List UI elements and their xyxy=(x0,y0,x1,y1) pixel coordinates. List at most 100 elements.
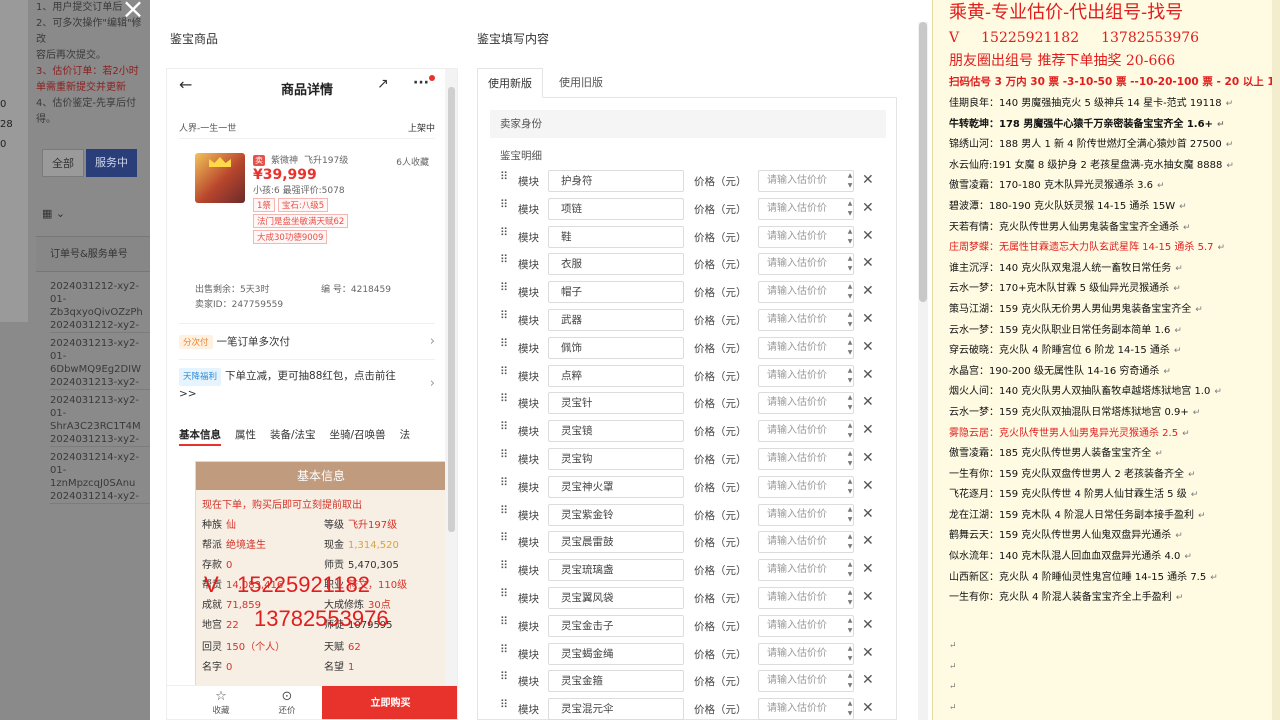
module-name-input[interactable]: 帽子 xyxy=(548,281,684,304)
stepper-icon[interactable]: ▲ ▼ xyxy=(846,310,854,330)
drag-handle-icon[interactable]: ⠿ xyxy=(500,338,510,354)
stepper-icon[interactable]: ▲ ▼ xyxy=(846,227,854,247)
price-input[interactable]: 请输入估价价 xyxy=(758,586,854,609)
more-icon[interactable]: ··· xyxy=(413,75,429,91)
tab-new-version[interactable]: 使用新版 xyxy=(477,68,543,98)
price-input[interactable]: 请输入估价价 xyxy=(758,308,854,331)
module-name-input[interactable]: 灵宝针 xyxy=(548,392,684,415)
module-name-input[interactable]: 衣服 xyxy=(548,253,684,276)
delete-icon[interactable]: ✕ xyxy=(862,366,874,384)
module-name-input[interactable]: 灵宝琉璃盏 xyxy=(548,559,684,582)
drag-handle-icon[interactable]: ⠿ xyxy=(500,588,510,604)
module-name-input[interactable]: 灵宝金击子 xyxy=(548,614,684,637)
delete-icon[interactable]: ✕ xyxy=(862,421,874,439)
preview-scrollbar-thumb[interactable] xyxy=(448,87,455,532)
module-name-input[interactable]: 灵宝晨雷鼓 xyxy=(548,531,684,554)
delete-icon[interactable]: ✕ xyxy=(862,254,874,272)
delete-icon[interactable]: ✕ xyxy=(862,560,874,578)
delete-icon[interactable]: ✕ xyxy=(862,616,874,634)
stepper-icon[interactable]: ▲ ▼ xyxy=(846,282,854,302)
tab-attributes[interactable]: 属性 xyxy=(235,429,256,441)
delete-icon[interactable]: ✕ xyxy=(862,449,874,467)
module-name-input[interactable]: 灵宝蝎金绳 xyxy=(548,642,684,665)
tab-mounts[interactable]: 坐骑/召唤兽 xyxy=(330,429,386,441)
drag-handle-icon[interactable]: ⠿ xyxy=(500,310,510,326)
price-input[interactable]: 请输入估价价 xyxy=(758,170,854,192)
delete-icon[interactable]: ✕ xyxy=(862,699,874,717)
stepper-icon[interactable]: ▲ ▼ xyxy=(846,477,854,497)
modal-scrollbar-thumb[interactable] xyxy=(919,22,927,302)
module-name-input[interactable]: 灵宝神火罩 xyxy=(548,475,684,498)
price-input[interactable]: 请输入估价价 xyxy=(758,698,854,720)
module-name-input[interactable]: 项链 xyxy=(548,197,684,220)
module-name-input[interactable]: 灵宝镜 xyxy=(548,420,684,443)
drag-handle-icon[interactable]: ⠿ xyxy=(500,644,510,660)
price-input[interactable]: 请输入估价价 xyxy=(758,447,854,470)
delete-icon[interactable]: ✕ xyxy=(862,588,874,606)
delete-icon[interactable]: ✕ xyxy=(862,310,874,328)
price-input[interactable]: 请输入估价价 xyxy=(758,364,854,387)
promotion-row[interactable]: 天降福利 下单立减，更可抽88红包，点击前往 >> › xyxy=(179,359,435,407)
tab-all[interactable]: 全部 xyxy=(42,149,84,177)
module-name-input[interactable]: 灵宝混元伞 xyxy=(548,698,684,720)
price-input[interactable]: 请输入估价价 xyxy=(758,503,854,526)
delete-icon[interactable]: ✕ xyxy=(862,171,874,189)
delete-icon[interactable]: ✕ xyxy=(862,671,874,689)
price-input[interactable]: 请输入估价价 xyxy=(758,531,854,554)
price-input[interactable]: 请输入估价价 xyxy=(758,392,854,415)
order-item[interactable]: 2024031214-xy2- 01- 1znMpzcqJ0SAnu 20240312… xyxy=(50,447,150,504)
tab-old-version[interactable]: 使用旧版 xyxy=(549,68,613,98)
drag-handle-icon[interactable]: ⠿ xyxy=(500,393,510,409)
character-avatar[interactable] xyxy=(195,153,245,203)
grid-view-icon[interactable]: ▦ ⌄ xyxy=(42,207,72,223)
drag-handle-icon[interactable]: ⠿ xyxy=(500,254,510,270)
order-item[interactable]: 2024031212-xy2- 01- Zb3qxyoQivOZzPh 2024031… xyxy=(50,276,150,333)
delete-icon[interactable]: ✕ xyxy=(862,505,874,523)
modal-scrollbar[interactable] xyxy=(918,22,928,720)
stepper-icon[interactable]: ▲ ▼ xyxy=(846,449,854,469)
share-icon[interactable]: ↗ xyxy=(377,76,389,92)
tab-basic-info[interactable]: 基本信息 xyxy=(179,429,221,446)
module-name-input[interactable]: 佩饰 xyxy=(548,336,684,359)
stepper-icon[interactable]: ▲ ▼ xyxy=(846,532,854,552)
delete-icon[interactable]: ✕ xyxy=(862,338,874,356)
tab-more[interactable]: 法 xyxy=(400,429,411,441)
order-item[interactable]: 2024031213-xy2- 01- 6DbwMQ9Eg2DIW 202403121… xyxy=(50,333,150,390)
stepper-icon[interactable]: ▲ ▼ xyxy=(846,644,854,664)
module-name-input[interactable]: 鞋 xyxy=(548,225,684,248)
price-input[interactable]: 请输入估价价 xyxy=(758,225,854,248)
module-name-input[interactable]: 护身符 xyxy=(548,170,684,192)
stepper-icon[interactable]: ▲ ▼ xyxy=(846,421,854,441)
drag-handle-icon[interactable]: ⠿ xyxy=(500,171,510,187)
delete-icon[interactable]: ✕ xyxy=(862,199,874,217)
module-name-input[interactable]: 灵宝金箍 xyxy=(548,670,684,693)
drag-handle-icon[interactable]: ⠿ xyxy=(500,671,510,687)
module-name-input[interactable]: 灵宝钩 xyxy=(548,447,684,470)
drag-handle-icon[interactable]: ⠿ xyxy=(500,227,510,243)
price-input[interactable]: 请输入估价价 xyxy=(758,197,854,220)
stepper-icon[interactable]: ▲ ▼ xyxy=(846,366,854,386)
drag-handle-icon[interactable]: ⠿ xyxy=(500,282,510,298)
drag-handle-icon[interactable]: ⠿ xyxy=(500,699,510,715)
stepper-icon[interactable]: ▲ ▼ xyxy=(846,338,854,358)
bargain-button[interactable]: ⊙ 还价 xyxy=(267,690,307,717)
module-name-input[interactable]: 武器 xyxy=(548,308,684,331)
favorite-button[interactable]: ☆ 收藏 xyxy=(201,690,241,717)
drag-handle-icon[interactable]: ⠿ xyxy=(500,560,510,576)
stepper-icon[interactable]: ▲ ▼ xyxy=(846,171,854,191)
module-name-input[interactable]: 灵宝翼风袋 xyxy=(548,586,684,609)
drag-handle-icon[interactable]: ⠿ xyxy=(500,199,510,215)
price-input[interactable]: 请输入估价价 xyxy=(758,475,854,498)
stepper-icon[interactable]: ▲ ▼ xyxy=(846,560,854,580)
stepper-icon[interactable]: ▲ ▼ xyxy=(846,616,854,636)
delete-icon[interactable]: ✕ xyxy=(862,644,874,662)
stepper-icon[interactable]: ▲ ▼ xyxy=(846,393,854,413)
tab-equipment[interactable]: 装备/法宝 xyxy=(270,429,316,441)
order-item[interactable]: 2024031213-xy2- 01- ShrA3C23RC1T4M 20240312… xyxy=(50,390,150,447)
price-input[interactable]: 请输入估价价 xyxy=(758,559,854,582)
installment-row[interactable]: 分次付 一笔订单多次付 › xyxy=(179,323,435,359)
buy-now-button[interactable]: 立即购买 xyxy=(322,686,457,719)
drag-handle-icon[interactable]: ⠿ xyxy=(500,366,510,382)
stepper-icon[interactable]: ▲ ▼ xyxy=(846,505,854,525)
price-input[interactable]: 请输入估价价 xyxy=(758,336,854,359)
